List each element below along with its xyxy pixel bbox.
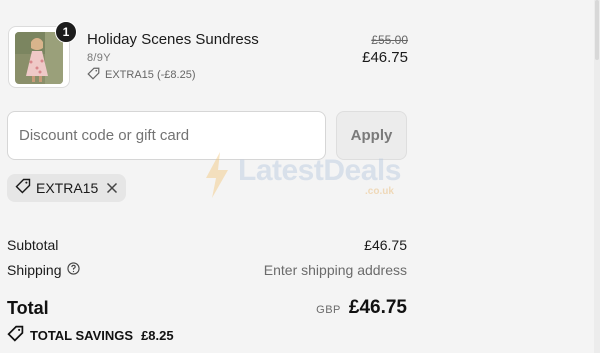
applied-code-chip: EXTRA15 (7, 174, 127, 202)
apply-button[interactable]: Apply (336, 111, 407, 160)
product-title: Holiday Scenes Sundress (87, 31, 259, 48)
discounted-price: £46.75 (362, 49, 408, 66)
scrollbar-thumb[interactable] (595, 0, 599, 60)
total-savings: TOTAL SAVINGS £8.25 (7, 325, 174, 345)
discount-code-input[interactable] (7, 111, 326, 160)
total-label: Total (7, 297, 49, 318)
applied-code-label: EXTRA15 (36, 180, 99, 196)
remove-code-button[interactable] (106, 182, 118, 194)
subtotal-label: Subtotal (7, 237, 59, 253)
total-row: Total GBP £46.75 (7, 297, 407, 319)
product-discount: EXTRA15 (-£8.25) (87, 67, 195, 83)
watermark-domain: .co.uk (365, 186, 394, 197)
tag-icon (15, 178, 31, 199)
shipping-label-wrap: Shipping (7, 262, 80, 278)
subtotal-row: Subtotal £46.75 (7, 237, 407, 253)
product-variant: 8/9Y (87, 52, 111, 64)
total-value: £46.75 (348, 297, 407, 318)
shipping-row: Shipping Enter shipping address (7, 262, 407, 278)
cart-line-item: 1 Holiday Scenes Sundress 8/9Y EXTRA15 (… (8, 21, 408, 90)
quantity-badge: 1 (55, 21, 77, 43)
scrollbar[interactable] (594, 0, 600, 353)
product-discount-label: EXTRA15 (-£8.25) (105, 69, 196, 81)
original-price: £55.00 (371, 33, 408, 47)
currency-code: GBP (316, 304, 341, 316)
shipping-label: Shipping (7, 262, 62, 278)
savings-value: £8.25 (141, 327, 174, 343)
tag-icon (87, 67, 100, 83)
order-summary-panel: 1 Holiday Scenes Sundress 8/9Y EXTRA15 (… (0, 0, 600, 353)
help-icon[interactable] (66, 262, 80, 278)
subtotal-value: £46.75 (364, 237, 407, 253)
total-amount: GBP £46.75 (316, 297, 407, 319)
shipping-value: Enter shipping address (263, 262, 407, 278)
tag-icon (7, 325, 24, 345)
close-icon (107, 182, 118, 194)
savings-label: TOTAL SAVINGS (30, 327, 134, 343)
dress-photo-icon (15, 32, 63, 84)
